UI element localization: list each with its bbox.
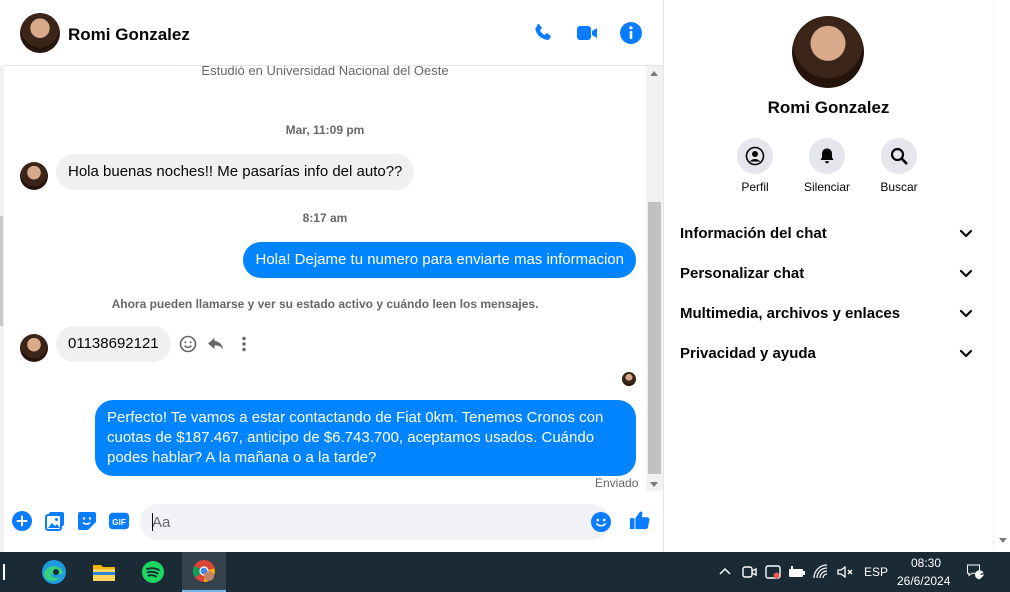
scroll-thumb[interactable]	[648, 202, 661, 474]
message-composer: GIF	[4, 498, 663, 552]
outgoing-message[interactable]: Hola! Dejame tu numero para enviarte mas…	[243, 242, 636, 278]
gif-icon[interactable]: GIF	[108, 510, 132, 532]
section-chat-info[interactable]: Información del chat	[672, 213, 982, 253]
chat-window: Romi Gonzalez Estudió en Universidad Nac…	[4, 0, 663, 552]
chevron-down-icon	[959, 309, 973, 318]
window-edge	[0, 66, 4, 552]
react-icon[interactable]	[178, 334, 198, 354]
mute-button[interactable]: Silenciar	[792, 138, 862, 194]
app-tray-icon[interactable]	[764, 563, 782, 581]
language-indicator[interactable]: ESP	[864, 565, 888, 579]
chat-header: Romi Gonzalez	[4, 0, 663, 66]
search-label: Buscar	[880, 180, 918, 194]
profile-note: Estudió en Universidad Nacional del Oest…	[201, 66, 449, 78]
page-scrollbar[interactable]	[993, 0, 1010, 552]
file-explorer-icon[interactable]	[84, 552, 124, 592]
message-timestamp: Mar, 11:09 pm	[285, 123, 365, 137]
contact-name[interactable]: Romi Gonzalez	[68, 25, 190, 45]
profile-avatar[interactable]	[792, 16, 864, 88]
sent-status: Enviado	[595, 476, 639, 490]
battery-icon[interactable]	[788, 563, 806, 581]
message-scrollbar[interactable]	[646, 66, 663, 491]
bell-icon	[809, 138, 845, 174]
message-list[interactable]: Estudió en Universidad Nacional del Oest…	[4, 66, 646, 498]
profile-label: Perfil	[741, 180, 769, 194]
chevron-down-icon	[959, 349, 973, 358]
spotify-icon[interactable]	[133, 552, 173, 592]
like-icon[interactable]	[629, 509, 653, 533]
phone-icon[interactable]	[531, 21, 555, 45]
sticker-icon[interactable]	[76, 510, 98, 532]
profile-button[interactable]: Perfil	[720, 138, 790, 194]
scroll-up-icon[interactable]	[650, 71, 658, 76]
plus-icon[interactable]	[11, 510, 33, 532]
section-label: Personalizar chat	[680, 264, 805, 282]
chevron-down-icon	[959, 269, 973, 278]
contact-avatar[interactable]	[20, 13, 60, 53]
incoming-message[interactable]: 01138692121	[56, 326, 171, 362]
chat-info-panel: Romi Gonzalez Perfil Silenciar Buscar In…	[664, 0, 993, 552]
meet-now-icon[interactable]	[740, 563, 758, 581]
section-media-files[interactable]: Multimedia, archivos y enlaces	[672, 293, 982, 333]
notification-icon[interactable]: 2	[966, 562, 990, 584]
scroll-down-icon[interactable]	[650, 482, 658, 487]
more-icon[interactable]	[234, 334, 254, 354]
sender-avatar[interactable]	[20, 334, 48, 362]
emoji-icon[interactable]	[590, 511, 612, 533]
clock-time[interactable]: 08:30	[911, 556, 941, 570]
scroll-down-icon[interactable]	[999, 538, 1007, 543]
section-label: Privacidad y ayuda	[680, 344, 816, 362]
user-icon	[737, 138, 773, 174]
outgoing-message[interactable]: Perfecto! Te vamos a estar contactando d…	[95, 400, 636, 476]
info-icon[interactable]	[619, 21, 643, 45]
read-receipt-avatar	[622, 372, 636, 386]
search-button[interactable]: Buscar	[864, 138, 934, 194]
incoming-message[interactable]: Hola buenas noches!! Me pasarías info de…	[56, 154, 415, 190]
message-input[interactable]	[140, 504, 610, 540]
gif-label: GIF	[112, 518, 126, 527]
reply-icon[interactable]	[206, 334, 226, 354]
wifi-icon[interactable]	[812, 563, 830, 581]
text-caret	[152, 513, 153, 531]
edge-scroll-thumb[interactable]	[0, 216, 3, 326]
video-call-icon[interactable]	[575, 21, 599, 45]
search-icon	[881, 138, 917, 174]
volume-muted-icon[interactable]	[836, 563, 854, 581]
clock-date[interactable]: 26/6/2024	[897, 574, 950, 588]
section-customize-chat[interactable]: Personalizar chat	[672, 253, 982, 293]
section-label: Multimedia, archivos y enlaces	[680, 304, 901, 322]
photo-icon[interactable]	[44, 510, 66, 532]
chevron-up-icon[interactable]	[716, 563, 734, 581]
chevron-down-icon	[959, 229, 973, 238]
sender-avatar[interactable]	[20, 162, 48, 190]
mute-label: Silenciar	[803, 180, 851, 194]
edge-icon[interactable]	[34, 552, 74, 592]
system-note: Ahora pueden llamarse y ver su estado ac…	[111, 297, 539, 311]
message-timestamp: 8:17 am	[302, 211, 348, 225]
task-view-icon[interactable]	[0, 552, 16, 592]
chrome-icon[interactable]	[182, 552, 226, 592]
section-privacy-help[interactable]: Privacidad y ayuda	[672, 333, 982, 373]
notification-count: 2	[980, 572, 986, 583]
section-label: Información del chat	[680, 224, 827, 242]
profile-name: Romi Gonzalez	[767, 98, 890, 117]
windows-taskbar: ESP 08:30 26/6/2024 2	[0, 552, 1010, 592]
